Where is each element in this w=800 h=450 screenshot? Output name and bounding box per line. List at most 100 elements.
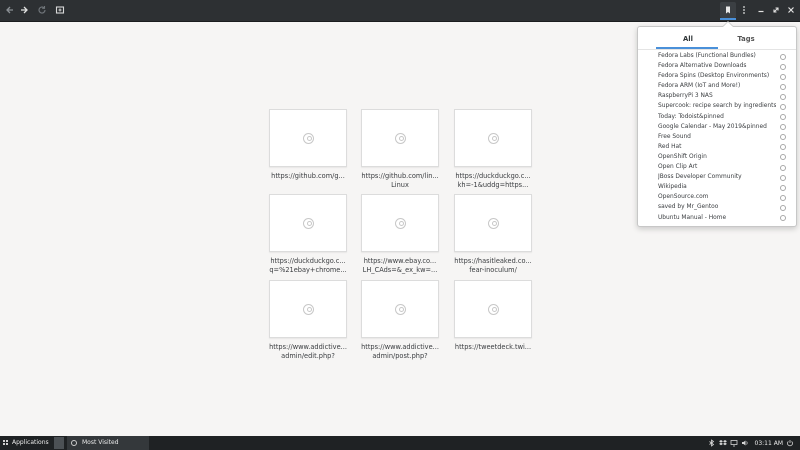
remove-bookmark-icon[interactable]	[780, 114, 786, 121]
tile-label: https://tweetdeck.twi...	[454, 343, 532, 351]
tile-thumbnail[interactable]	[361, 109, 439, 167]
remove-bookmark-icon[interactable]	[780, 93, 786, 100]
tile-label: https://www.addictive... admin/edit.php?	[269, 343, 347, 360]
tile-thumbnail[interactable]	[361, 194, 439, 252]
tile-thumbnail[interactable]	[361, 280, 439, 338]
remove-bookmark-icon[interactable]	[780, 73, 786, 80]
tile-6[interactable]: https://hasitleaked.co... fear-inoculum/	[454, 194, 532, 274]
remove-bookmark-icon[interactable]	[780, 194, 786, 201]
new-tab-button[interactable]	[52, 2, 68, 18]
tile-thumbnail[interactable]	[269, 280, 347, 338]
new-tab-icon	[55, 6, 65, 14]
bookmark-title: RaspberryPi 3 NAS	[658, 93, 713, 100]
remove-bookmark-icon[interactable]	[780, 134, 786, 141]
bookmark-title: Fedora Alternative Downloads	[658, 63, 747, 70]
bookmark-item[interactable]: Wikipedia	[638, 182, 796, 192]
bookmark-item[interactable]: Supercook: recipe search by ingredients …	[638, 101, 796, 111]
bookmark-title: Free Sound	[658, 133, 691, 140]
bookmark-item[interactable]: OpenSource.com	[638, 192, 796, 202]
bookmark-item[interactable]: Google Calendar - May 2019&pinned	[638, 122, 796, 132]
remove-bookmark-icon[interactable]	[780, 144, 786, 151]
bookmarks-popover: All Tags Fedora Labs (Functional Bundles…	[637, 26, 797, 227]
bookmark-item[interactable]: OpenShift Origin	[638, 152, 796, 162]
bookmark-title: Google Calendar - May 2019&pinned	[658, 123, 767, 130]
bookmark-item[interactable]: Free Sound	[638, 132, 796, 142]
bookmarks-button[interactable]	[720, 2, 736, 18]
tile-1[interactable]: https://github.com/g...	[269, 109, 347, 181]
remove-bookmark-icon[interactable]	[780, 83, 786, 90]
tile-5[interactable]: https://www.ebay.co... LH_CAds=&_ex_kw=..…	[361, 194, 439, 274]
tile-thumbnail[interactable]	[454, 194, 532, 252]
remove-bookmark-icon[interactable]	[780, 215, 786, 221]
bookmark-title: Ubuntu Manual - Home	[658, 214, 727, 221]
forward-button[interactable]	[16, 2, 32, 18]
bookmark-item[interactable]: Ubuntu Manual - Home	[638, 213, 796, 223]
restore-button[interactable]	[768, 2, 784, 18]
bookmark-item[interactable]: Fedora ARM (IoT and More!)	[638, 81, 796, 91]
tile-8[interactable]: https://www.addictive... admin/post.php?	[361, 280, 439, 360]
bookmark-item[interactable]: RaspberryPi 3 NAS	[638, 91, 796, 101]
bookmark-item[interactable]: Open Clip Art	[638, 162, 796, 172]
browser-icon	[71, 440, 77, 446]
bookmark-title: Wikipedia	[658, 184, 687, 191]
clock[interactable]: 03:11 AM	[755, 440, 783, 447]
tile-label: https://www.ebay.co... LH_CAds=&_ex_kw=..…	[362, 257, 438, 274]
header-bar	[0, 0, 800, 22]
menu-button[interactable]	[736, 2, 752, 18]
remove-bookmark-icon[interactable]	[780, 63, 786, 70]
remove-bookmark-icon[interactable]	[780, 154, 786, 161]
applications-icon	[3, 440, 9, 446]
taskbar-window-label: Most Visited	[82, 439, 119, 446]
tile-thumbnail[interactable]	[454, 109, 532, 167]
tile-thumbnail[interactable]	[269, 109, 347, 167]
bookmark-item[interactable]: saved by Mr_Gentoo	[638, 202, 796, 212]
bookmark-item[interactable]: Red Hat	[638, 142, 796, 152]
bluetooth-icon[interactable]	[708, 439, 716, 447]
taskbar-window-most-visited[interactable]: Most Visited	[67, 436, 149, 450]
tab-tags[interactable]: Tags	[716, 35, 776, 43]
bookmark-item[interactable]: Today: Todoist&pinned	[638, 112, 796, 122]
page-placeholder-icon	[394, 217, 406, 229]
remove-bookmark-icon[interactable]	[780, 53, 786, 60]
tile-label: https://github.com/lin... Linux	[361, 172, 439, 189]
taskbar: Applications Most Visited 03:11 AM	[0, 436, 800, 450]
bookmark-item[interactable]: JBoss Developer Community	[638, 172, 796, 182]
system-tray: 03:11 AM	[705, 436, 794, 450]
bookmark-title: Fedora Spins (Desktop Environments)	[658, 73, 770, 80]
applications-label: Applications	[12, 439, 49, 446]
reload-button[interactable]	[34, 2, 50, 18]
tile-7[interactable]: https://www.addictive... admin/edit.php?	[269, 280, 347, 360]
minimize-button[interactable]	[753, 2, 769, 18]
remove-bookmark-icon[interactable]	[780, 174, 786, 181]
network-icon[interactable]	[730, 439, 738, 447]
applications-menu-button[interactable]: Applications	[0, 436, 53, 450]
bookmark-title: Open Clip Art	[658, 164, 698, 171]
bookmark-title: OpenSource.com	[658, 194, 709, 201]
tile-label: https://hasitleaked.co... fear-inoculum/	[454, 257, 532, 274]
bookmark-title: Fedora Labs (Functional Bundles)	[658, 53, 756, 59]
bookmark-item[interactable]: Fedora Labs (Functional Bundles)	[638, 51, 796, 61]
bookmarks-list: Fedora Labs (Functional Bundles) Fedora A…	[638, 51, 796, 223]
power-icon[interactable]	[786, 439, 794, 447]
close-button[interactable]	[783, 2, 799, 18]
remove-bookmark-icon[interactable]	[780, 184, 786, 191]
remove-bookmark-icon[interactable]	[780, 124, 786, 131]
tile-9[interactable]: https://tweetdeck.twi...	[454, 280, 532, 352]
tile-3[interactable]: https://duckduckgo.c... kh=-1&uddg=https.…	[454, 109, 532, 189]
tile-4[interactable]: https://duckduckgo.c... q=%21ebay+chrome.…	[269, 194, 347, 274]
bookmarks-button-indicator	[720, 18, 736, 20]
remove-bookmark-icon[interactable]	[780, 164, 786, 171]
tile-2[interactable]: https://github.com/lin... Linux	[361, 109, 439, 189]
dropbox-icon[interactable]	[718, 439, 727, 447]
bookmark-title: saved by Mr_Gentoo	[658, 204, 719, 211]
tile-thumbnail[interactable]	[269, 194, 347, 252]
workspace-switcher[interactable]	[54, 437, 64, 449]
remove-bookmark-icon[interactable]	[780, 103, 786, 110]
remove-bookmark-icon[interactable]	[780, 204, 786, 211]
tab-all[interactable]: All	[658, 35, 718, 43]
bookmark-item[interactable]: Fedora Spins (Desktop Environments)	[638, 71, 796, 81]
tile-thumbnail[interactable]	[454, 280, 532, 338]
volume-icon[interactable]	[741, 439, 749, 447]
page-placeholder-icon	[394, 132, 406, 144]
bookmark-item[interactable]: Fedora Alternative Downloads	[638, 61, 796, 71]
